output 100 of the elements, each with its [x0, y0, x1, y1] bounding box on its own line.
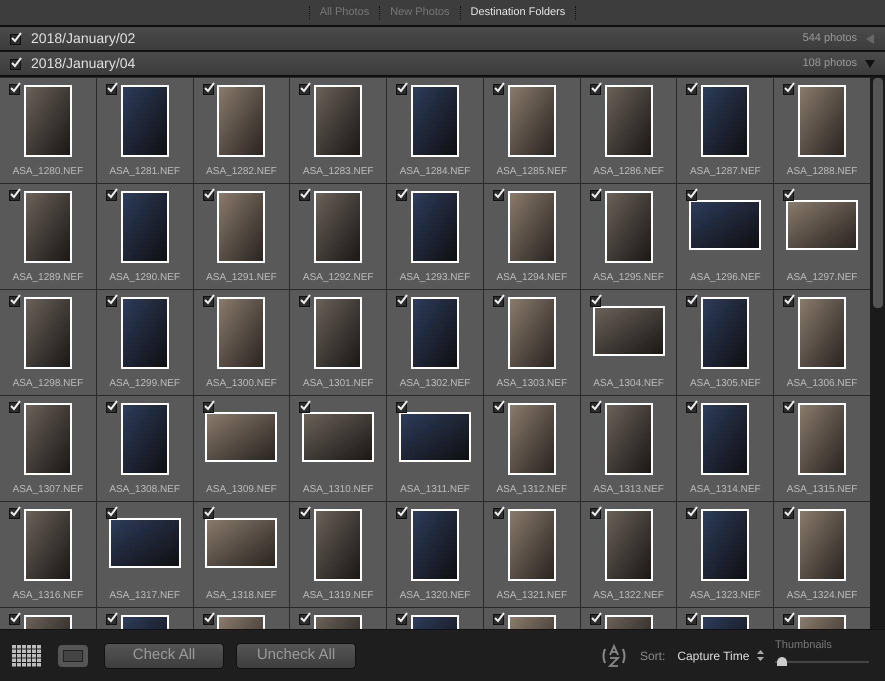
- scrollbar-thumb[interactable]: [872, 78, 882, 308]
- checkbox[interactable]: [9, 506, 22, 519]
- photo-cell[interactable]: ASA_1306.NEF: [774, 290, 870, 395]
- checkbox[interactable]: [783, 612, 796, 625]
- photo-cell[interactable]: ASA_1324.NEF: [774, 502, 870, 607]
- checkbox[interactable]: [492, 188, 506, 201]
- photo-cell[interactable]: ASA_1317.NEF: [96, 502, 193, 607]
- checkbox[interactable]: [10, 57, 23, 70]
- checkbox[interactable]: [9, 612, 22, 625]
- checkbox[interactable]: [686, 506, 700, 519]
- checkbox[interactable]: [202, 294, 216, 307]
- checkbox[interactable]: [106, 400, 119, 413]
- photo-cell[interactable]: ASA_1284.NEF: [387, 78, 483, 183]
- sort-order-icon[interactable]: [600, 642, 628, 668]
- checkbox[interactable]: [106, 294, 119, 307]
- checkbox[interactable]: [396, 188, 410, 201]
- sort-dropdown[interactable]: Capture Time: [677, 646, 764, 664]
- checkbox[interactable]: [492, 400, 506, 413]
- photo-cell[interactable]: ASA_1292.NEF: [290, 184, 386, 289]
- checkbox[interactable]: [396, 400, 410, 413]
- photo-cell[interactable]: ASA_1316.NEF: [0, 502, 96, 607]
- thumbnail-size-slider[interactable]: [775, 656, 869, 666]
- checkbox[interactable]: [106, 82, 119, 95]
- checkbox[interactable]: [299, 294, 312, 307]
- photo-cell[interactable]: ASA_1300.NEF: [194, 290, 290, 395]
- checkbox[interactable]: [590, 612, 603, 625]
- checkbox[interactable]: [686, 612, 700, 625]
- checkbox[interactable]: [106, 506, 119, 519]
- photo-cell[interactable]: ASA_1297.NEF: [774, 184, 870, 289]
- checkbox[interactable]: [202, 188, 216, 201]
- checkbox[interactable]: [9, 400, 22, 413]
- checkbox[interactable]: [202, 506, 216, 519]
- checkbox[interactable]: [492, 612, 506, 625]
- checkbox[interactable]: [299, 188, 312, 201]
- checkbox[interactable]: [783, 400, 796, 413]
- photo-cell[interactable]: ASA_1303.NEF: [484, 290, 580, 395]
- checkbox[interactable]: [590, 506, 603, 519]
- photo-cell[interactable]: ASA_1312.NEF: [484, 396, 580, 501]
- checkbox[interactable]: [590, 188, 603, 201]
- photo-cell[interactable]: ASA_1282.NEF: [194, 78, 290, 183]
- tab[interactable]: Destination Folders: [470, 4, 566, 21]
- photo-cell[interactable]: ASA_1294.NEF: [484, 184, 580, 289]
- photo-cell[interactable]: ASA_1301.NEF: [290, 290, 386, 395]
- checkbox[interactable]: [202, 400, 216, 413]
- photo-cell[interactable]: ASA_1320.NEF: [387, 502, 483, 607]
- checkbox[interactable]: [783, 82, 796, 95]
- checkbox[interactable]: [396, 82, 410, 95]
- checkbox[interactable]: [106, 188, 119, 201]
- photo-cell[interactable]: ASA_1323.NEF: [677, 502, 774, 607]
- checkbox[interactable]: [590, 294, 603, 307]
- photo-cell[interactable]: ASA_1299.NEF: [96, 290, 193, 395]
- photo-cell[interactable]: ASA_1311.NEF: [387, 396, 483, 501]
- grid-view-icon[interactable]: [12, 644, 42, 666]
- toolbar-button[interactable]: Uncheck All: [236, 642, 356, 668]
- photo-cell[interactable]: ASA_1298.NEF: [0, 290, 96, 395]
- checkbox[interactable]: [396, 294, 410, 307]
- folder-header[interactable]: 2018/January/02 544 photos: [0, 27, 885, 52]
- checkbox[interactable]: [783, 506, 796, 519]
- checkbox[interactable]: [299, 612, 312, 625]
- photo-cell[interactable]: ASA_1314.NEF: [677, 396, 774, 501]
- checkbox[interactable]: [299, 400, 312, 413]
- checkbox[interactable]: [783, 294, 796, 307]
- photo-cell[interactable]: ASA_1309.NEF: [194, 396, 290, 501]
- photo-cell[interactable]: ASA_1290.NEF: [96, 184, 193, 289]
- checkbox[interactable]: [686, 82, 700, 95]
- checkbox[interactable]: [10, 32, 23, 45]
- checkbox[interactable]: [299, 506, 312, 519]
- checkbox[interactable]: [202, 82, 216, 95]
- photo-cell[interactable]: ASA_1307.NEF: [0, 396, 96, 501]
- photo-cell[interactable]: ASA_1313.NEF: [580, 396, 676, 501]
- photo-cell[interactable]: ASA_1288.NEF: [774, 78, 870, 183]
- photo-cell[interactable]: ASA_1315.NEF: [774, 396, 870, 501]
- photo-cell[interactable]: ASA_1281.NEF: [96, 78, 193, 183]
- photo-cell[interactable]: ASA_1287.NEF: [677, 78, 774, 183]
- photo-cell[interactable]: ASA_1293.NEF: [387, 184, 483, 289]
- photo-cell[interactable]: ASA_1308.NEF: [96, 396, 193, 501]
- photo-cell[interactable]: ASA_1283.NEF: [290, 78, 386, 183]
- checkbox[interactable]: [492, 82, 506, 95]
- checkbox[interactable]: [590, 82, 603, 95]
- checkbox[interactable]: [686, 400, 700, 413]
- checkbox[interactable]: [396, 506, 410, 519]
- photo-cell[interactable]: ASA_1280.NEF: [0, 78, 96, 183]
- checkbox[interactable]: [686, 188, 700, 201]
- checkbox[interactable]: [106, 612, 119, 625]
- checkbox[interactable]: [299, 82, 312, 95]
- photo-cell[interactable]: ASA_1321.NEF: [484, 502, 580, 607]
- photo-cell[interactable]: ASA_1318.NEF: [194, 502, 290, 607]
- checkbox[interactable]: [202, 612, 216, 625]
- photo-cell[interactable]: ASA_1305.NEF: [677, 290, 774, 395]
- photo-cell[interactable]: ASA_1319.NEF: [290, 502, 386, 607]
- slider-thumb[interactable]: [776, 656, 787, 666]
- photo-cell[interactable]: ASA_1322.NEF: [580, 502, 676, 607]
- checkbox[interactable]: [492, 294, 506, 307]
- checkbox[interactable]: [9, 82, 22, 95]
- photo-cell[interactable]: ASA_1289.NEF: [0, 184, 96, 289]
- photo-cell[interactable]: ASA_1285.NEF: [484, 78, 580, 183]
- checkbox[interactable]: [783, 188, 796, 201]
- tab[interactable]: All Photos: [320, 4, 370, 21]
- checkbox[interactable]: [396, 612, 410, 625]
- photo-cell[interactable]: ASA_1295.NEF: [580, 184, 676, 289]
